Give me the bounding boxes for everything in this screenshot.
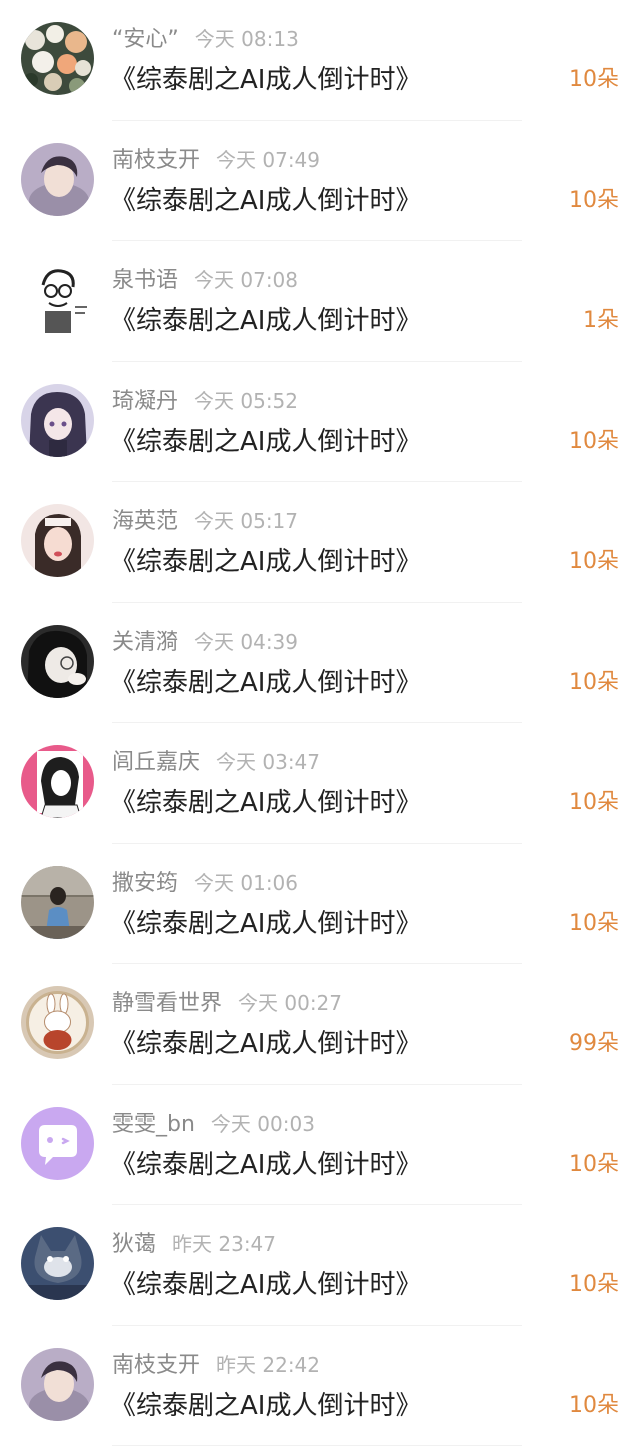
gift-time: 今天 04:39	[194, 629, 299, 654]
list-item[interactable]: 撒安筠 今天 01:06 《综泰剧之AI成人倒计时》 10朵	[0, 844, 640, 964]
book-title[interactable]: 《综泰剧之AI成人倒计时》	[110, 1145, 421, 1185]
gift-time: 今天 03:47	[216, 750, 321, 774]
pink-anime-avatar-icon	[21, 745, 94, 818]
gift-count: 1朵	[583, 308, 619, 333]
gift-count: 10朵	[569, 67, 619, 92]
user-name[interactable]: 静雪看世界	[112, 991, 222, 1016]
book-title[interactable]: 《综泰剧之AI成人倒计时》	[110, 1024, 421, 1064]
gift-time: 今天 08:13	[194, 27, 299, 51]
book-title[interactable]: 《综泰剧之AI成人倒计时》	[110, 60, 421, 100]
avatar[interactable]	[21, 624, 94, 698]
item-meta: 泉书语 今天 07:08	[112, 265, 298, 295]
bouquet-avatar-icon	[21, 22, 94, 95]
list-item[interactable]: 雯雯_bn 今天 00:03 《综泰剧之AI成人倒计时》 10朵	[0, 1085, 640, 1205]
portrait-avatar-icon	[21, 142, 94, 216]
gift-count: 10朵	[569, 428, 619, 454]
rabbit-plate-avatar-icon	[21, 986, 94, 1059]
list-item[interactable]: 关清漪 今天 04:39 《综泰剧之AI成人倒计时》 10朵	[0, 603, 640, 723]
gift-count: 10朵	[569, 187, 619, 213]
portrait-avatar-icon	[21, 1347, 94, 1421]
gift-count: 10朵	[569, 790, 619, 815]
chat-bubble-avatar-icon	[21, 1106, 94, 1180]
book-title[interactable]: 《综泰剧之AI成人倒计时》	[110, 181, 421, 221]
book-title[interactable]: 《综泰剧之AI成人倒计时》	[110, 301, 421, 341]
street-photo-avatar-icon	[21, 865, 94, 939]
user-name[interactable]: “安心”	[112, 27, 179, 52]
list-item[interactable]: 南枝支开 昨天 22:42 《综泰剧之AI成人倒计时》 10朵	[0, 1326, 640, 1446]
user-name[interactable]: 关清漪	[112, 630, 178, 655]
book-title[interactable]: 《综泰剧之AI成人倒计时》	[110, 422, 421, 462]
user-name[interactable]: 狄蔼	[112, 1232, 156, 1257]
gift-time: 今天 07:49	[216, 147, 321, 172]
item-meta: 闾丘嘉庆 今天 03:47	[112, 747, 320, 777]
item-meta: 琦凝丹 今天 05:52	[112, 386, 298, 416]
avatar[interactable]	[21, 504, 94, 577]
book-title[interactable]: 《综泰剧之AI成人倒计时》	[110, 542, 421, 582]
gift-time: 今天 05:17	[194, 509, 299, 533]
item-meta: 雯雯_bn 今天 00:03	[112, 1109, 315, 1139]
book-title[interactable]: 《综泰剧之AI成人倒计时》	[110, 663, 421, 703]
user-name[interactable]: 南枝支开	[112, 1353, 200, 1378]
book-title[interactable]: 《综泰剧之AI成人倒计时》	[110, 1386, 421, 1426]
user-name[interactable]: 撒安筠	[112, 871, 178, 896]
gift-time: 昨天 22:42	[216, 1352, 321, 1377]
book-title[interactable]: 《综泰剧之AI成人倒计时》	[110, 783, 421, 823]
list-item[interactable]: 琦凝丹 今天 05:52 《综泰剧之AI成人倒计时》 10朵	[0, 362, 640, 482]
book-title[interactable]: 《综泰剧之AI成人倒计时》	[110, 1265, 421, 1305]
anime-girl-avatar-icon	[21, 383, 94, 457]
avatar[interactable]	[21, 1106, 94, 1180]
gift-count: 10朵	[569, 669, 619, 695]
list-item[interactable]: 海英范 今天 05:17 《综泰剧之AI成人倒计时》 10朵	[0, 482, 640, 603]
list-item[interactable]: 泉书语 今天 07:08 《综泰剧之AI成人倒计时》 1朵	[0, 241, 640, 362]
item-meta: 南枝支开 今天 07:49	[112, 145, 320, 175]
avatar[interactable]	[21, 22, 94, 95]
avatar[interactable]	[21, 263, 94, 336]
avatar[interactable]	[21, 1347, 94, 1421]
user-name[interactable]: 泉书语	[112, 268, 178, 293]
book-title[interactable]: 《综泰剧之AI成人倒计时》	[110, 904, 421, 944]
user-name[interactable]: 南枝支开	[112, 148, 200, 173]
gift-list: “安心” 今天 08:13 《综泰剧之AI成人倒计时》 10朵 南枝支开 今天 07…	[0, 0, 640, 1446]
avatar[interactable]	[21, 142, 94, 216]
girl-photo-avatar-icon	[21, 504, 94, 577]
item-meta: 撒安筠 今天 01:06	[112, 868, 298, 898]
gift-time: 昨天 23:47	[172, 1232, 277, 1256]
gift-count: 10朵	[569, 1151, 619, 1177]
list-item[interactable]: 南枝支开 今天 07:49 《综泰剧之AI成人倒计时》 10朵	[0, 121, 640, 241]
user-name[interactable]: 闾丘嘉庆	[112, 750, 200, 775]
avatar[interactable]	[21, 383, 94, 457]
list-item[interactable]: 闾丘嘉庆 今天 03:47 《综泰剧之AI成人倒计时》 10朵	[0, 723, 640, 844]
list-item[interactable]: “安心” 今天 08:13 《综泰剧之AI成人倒计时》 10朵	[0, 0, 640, 121]
item-meta: 静雪看世界 今天 00:27	[112, 988, 342, 1018]
item-meta: “安心” 今天 08:13	[112, 24, 299, 54]
gift-time: 今天 00:03	[210, 1111, 315, 1136]
gift-count: 10朵	[569, 910, 619, 936]
user-name[interactable]: 琦凝丹	[112, 389, 178, 414]
gift-time: 今天 00:27	[238, 991, 343, 1015]
avatar[interactable]	[21, 745, 94, 818]
gift-count: 10朵	[569, 549, 619, 574]
item-meta: 关清漪 今天 04:39	[112, 627, 298, 657]
item-meta: 南枝支开 昨天 22:42	[112, 1350, 320, 1380]
gift-count: 99朵	[569, 1031, 619, 1056]
gift-count: 10朵	[569, 1272, 619, 1297]
gift-time: 今天 05:52	[194, 388, 299, 413]
list-item[interactable]: 狄蔼 昨天 23:47 《综泰剧之AI成人倒计时》 10朵	[0, 1205, 640, 1326]
avatar[interactable]	[21, 1227, 94, 1300]
item-meta: 海英范 今天 05:17	[112, 506, 298, 536]
list-item[interactable]: 静雪看世界 今天 00:27 《综泰剧之AI成人倒计时》 99朵	[0, 964, 640, 1085]
avatar[interactable]	[21, 865, 94, 939]
dark-hair-avatar-icon	[21, 624, 94, 698]
sketch-avatar-icon	[21, 263, 94, 336]
gift-time: 今天 01:06	[194, 870, 299, 895]
user-name[interactable]: 海英范	[112, 509, 178, 534]
gift-count: 10朵	[569, 1392, 619, 1418]
avatar[interactable]	[21, 986, 94, 1059]
cat-cartoon-avatar-icon	[21, 1227, 94, 1300]
user-name[interactable]: 雯雯_bn	[112, 1112, 195, 1137]
item-meta: 狄蔼 昨天 23:47	[112, 1229, 276, 1259]
gift-time: 今天 07:08	[194, 268, 299, 292]
